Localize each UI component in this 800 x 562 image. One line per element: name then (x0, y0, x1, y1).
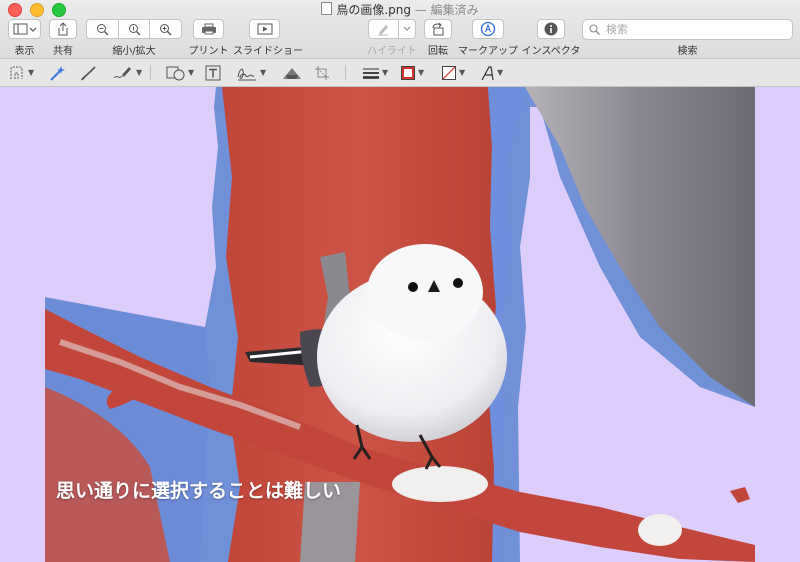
actual-size-icon (128, 23, 140, 35)
border-color-button[interactable]: ▼ (400, 64, 424, 81)
image-canvas[interactable]: 思い通りに選択することは難しい (0, 87, 800, 562)
highlight-button[interactable] (369, 20, 399, 38)
inspector-button[interactable] (537, 19, 565, 39)
shapes-icon (166, 66, 185, 80)
actual-size-button[interactable] (119, 20, 151, 38)
share-button[interactable] (49, 19, 77, 39)
chevron-down-icon: ▼ (418, 68, 425, 77)
highlight-control (368, 19, 416, 39)
shapes-button[interactable]: ▼ (166, 64, 194, 81)
window-title: 鳥の画像.png — 編集済み (0, 1, 800, 18)
text-icon (205, 65, 221, 80)
zoom-out-icon (96, 23, 109, 35)
sketch-icon (80, 65, 96, 80)
inspector-label: インスペクタ (521, 46, 581, 57)
signature-icon (237, 68, 256, 80)
zoom-in-icon (160, 23, 172, 35)
share-icon (58, 22, 68, 36)
markup-button[interactable] (472, 19, 504, 39)
rotate-icon (432, 22, 444, 36)
view-button[interactable] (8, 19, 41, 39)
text-style-icon (481, 65, 494, 80)
instant-alpha-icon (50, 65, 65, 81)
highlight-label: ハイライト (367, 46, 417, 57)
text-style-button[interactable]: ▼ (481, 64, 503, 81)
print-button[interactable] (193, 19, 224, 39)
markup-icon (480, 21, 496, 37)
chevron-down-icon (403, 26, 411, 31)
slideshow-icon (257, 23, 272, 35)
image-caption: 思い通りに選択することは難しい (56, 480, 342, 502)
shape-style-icon (363, 68, 379, 79)
print-label: プリント (188, 46, 229, 57)
text-button[interactable] (205, 64, 221, 81)
adjust-color-icon (283, 67, 301, 79)
draw-icon (113, 66, 131, 78)
crop-button[interactable] (314, 64, 330, 81)
slideshow-button[interactable] (249, 19, 280, 39)
preview-window: 鳥の画像.png — 編集済み 表示 共有 縮小/拡大 プリント スライドショー… (0, 0, 800, 562)
zoom-out-button[interactable] (87, 20, 119, 38)
chevron-down-icon: ▼ (188, 68, 195, 77)
highlight-pen-icon (378, 25, 389, 36)
highlight-menu-button[interactable] (399, 20, 415, 38)
print-icon (201, 23, 216, 35)
title-bar: 鳥の画像.png — 編集済み 表示 共有 縮小/拡大 プリント スライドショー… (0, 0, 800, 59)
document-name: 鳥の画像.png (336, 3, 411, 17)
markup-toolbar: ▼ ▼ ▼ ▼ ▼ ▼ ▼ ▼ (0, 59, 800, 87)
selection-tool-icon (10, 66, 23, 79)
adjust-color-button[interactable] (282, 64, 302, 81)
instant-alpha-button[interactable] (49, 64, 67, 81)
document-icon (321, 2, 333, 15)
chevron-down-icon: ▼ (382, 68, 389, 77)
info-icon (544, 22, 558, 36)
signature-button[interactable]: ▼ (236, 64, 266, 81)
search-input[interactable] (604, 22, 788, 37)
view-label: 表示 (14, 46, 35, 57)
edited-status: 編集済み (430, 3, 479, 17)
chevron-down-icon: ▼ (136, 68, 143, 77)
slideshow-label: スライドショー (233, 46, 303, 57)
zoom-label: 縮小/拡大 (112, 46, 156, 57)
toolbar-divider (150, 65, 151, 80)
crop-icon (315, 65, 329, 80)
chevron-down-icon: ▼ (497, 68, 504, 77)
search-icon (589, 24, 600, 35)
draw-button[interactable]: ▼ (112, 64, 142, 81)
title-separator: — (414, 3, 427, 17)
share-label: 共有 (53, 46, 73, 57)
zoom-in-button[interactable] (150, 20, 181, 38)
border-color-icon (401, 65, 415, 80)
markup-label: マークアップ (458, 46, 518, 57)
chevron-down-icon: ▼ (459, 68, 466, 77)
chevron-down-icon: ▼ (28, 68, 35, 77)
fill-color-icon (442, 65, 456, 80)
chevron-down-icon: ▼ (260, 68, 267, 77)
shape-style-button[interactable]: ▼ (362, 64, 388, 81)
zoom-control (86, 19, 182, 39)
sketch-button[interactable] (80, 64, 98, 81)
selection-tools-button[interactable]: ▼ (8, 64, 34, 81)
search-field[interactable] (582, 19, 793, 40)
sidebar-icon (13, 23, 36, 35)
fill-color-button[interactable]: ▼ (441, 64, 465, 81)
rotate-button[interactable] (424, 19, 452, 39)
search-label: 検索 (677, 46, 698, 57)
rotate-label: 回転 (428, 46, 448, 57)
toolbar-divider (345, 65, 346, 80)
